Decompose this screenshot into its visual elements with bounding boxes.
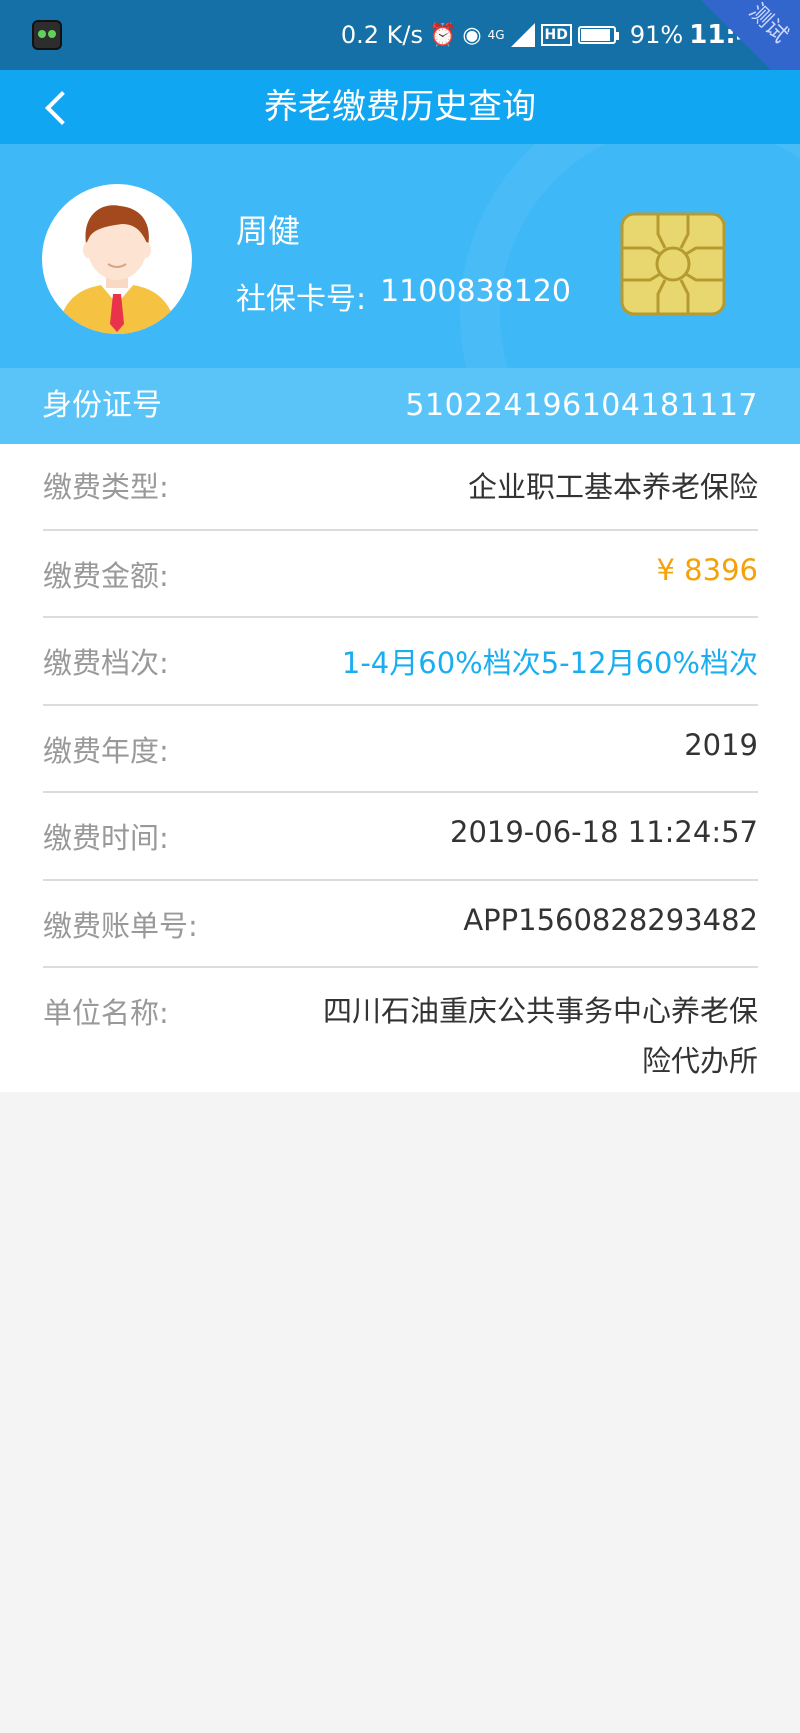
battery-percent: 91%: [629, 21, 684, 49]
detail-row-type: 缴费类型: 企业职工基本养老保险: [43, 444, 758, 531]
network-type: 4G: [487, 28, 505, 42]
detail-value: 2019-06-18 11:24:57: [450, 815, 758, 849]
detail-label: 缴费年度:: [43, 734, 169, 768]
unit-value-line2: 险代办所: [641, 1044, 758, 1078]
user-name: 周健: [236, 212, 301, 250]
nav-bar: 养老缴费历史查询: [0, 70, 800, 144]
amount-value: ¥ 8396: [656, 553, 758, 587]
social-security-card-row: 社保卡号: 1100838120: [236, 274, 571, 318]
detail-row-bill: 缴费账单号: APP1560828293482: [43, 881, 758, 968]
card-label: 社保卡号:: [236, 282, 367, 317]
profile-card: 周健 社保卡号: 1100838120: [0, 144, 800, 368]
hd-icon: HD: [540, 24, 572, 46]
detail-row-unit: 单位名称: 四川石油重庆公共事务中心养老保 险代办所: [43, 968, 758, 1092]
payment-details: 缴费类型: 企业职工基本养老保险 缴费金额: ¥ 8396 缴费档次: 1-4月…: [0, 444, 800, 1092]
chip-icon: [620, 212, 726, 316]
avatar-icon: [42, 184, 192, 334]
status-bar: 0.2 K/s ⏰ ◉ 4G HD 91% 11:44 测试: [0, 0, 800, 70]
corner-badge-text: 测试: [743, 0, 793, 49]
detail-label: 缴费时间:: [43, 821, 169, 855]
detail-value: 企业职工基本养老保险: [467, 470, 758, 504]
detail-label: 缴费金额:: [43, 559, 169, 593]
id-number-bar: 身份证号 510224196104181117: [0, 368, 800, 444]
level-value: 1-4月60%档次5-12月60%档次: [341, 646, 758, 680]
detail-row-time: 缴费时间: 2019-06-18 11:24:57: [43, 793, 758, 881]
network-speed: 0.2 K/s: [340, 21, 423, 49]
signal-icon: [510, 23, 535, 47]
card-number: 1100838120: [380, 274, 571, 309]
detail-value: APP1560828293482: [463, 903, 758, 937]
id-value: 510224196104181117: [405, 388, 758, 423]
detail-label: 单位名称:: [43, 996, 169, 1030]
battery-icon: [577, 26, 619, 44]
detail-row-year: 缴费年度: 2019: [43, 706, 758, 793]
detail-label: 缴费账单号:: [43, 909, 198, 943]
app-notification-icon: [32, 20, 62, 50]
page-title: 养老缴费历史查询: [264, 87, 536, 127]
unit-value-line1: 四川石油重庆公共事务中心养老保: [322, 994, 758, 1028]
detail-label: 缴费类型:: [43, 470, 169, 504]
id-label: 身份证号: [42, 388, 162, 423]
hotspot-icon: ◉: [462, 22, 482, 48]
detail-value: 2019: [684, 728, 758, 762]
detail-row-amount: 缴费金额: ¥ 8396: [43, 531, 758, 618]
detail-row-level: 缴费档次: 1-4月60%档次5-12月60%档次: [43, 618, 758, 706]
detail-label: 缴费档次:: [43, 646, 169, 680]
alarm-icon: ⏰: [429, 22, 457, 48]
